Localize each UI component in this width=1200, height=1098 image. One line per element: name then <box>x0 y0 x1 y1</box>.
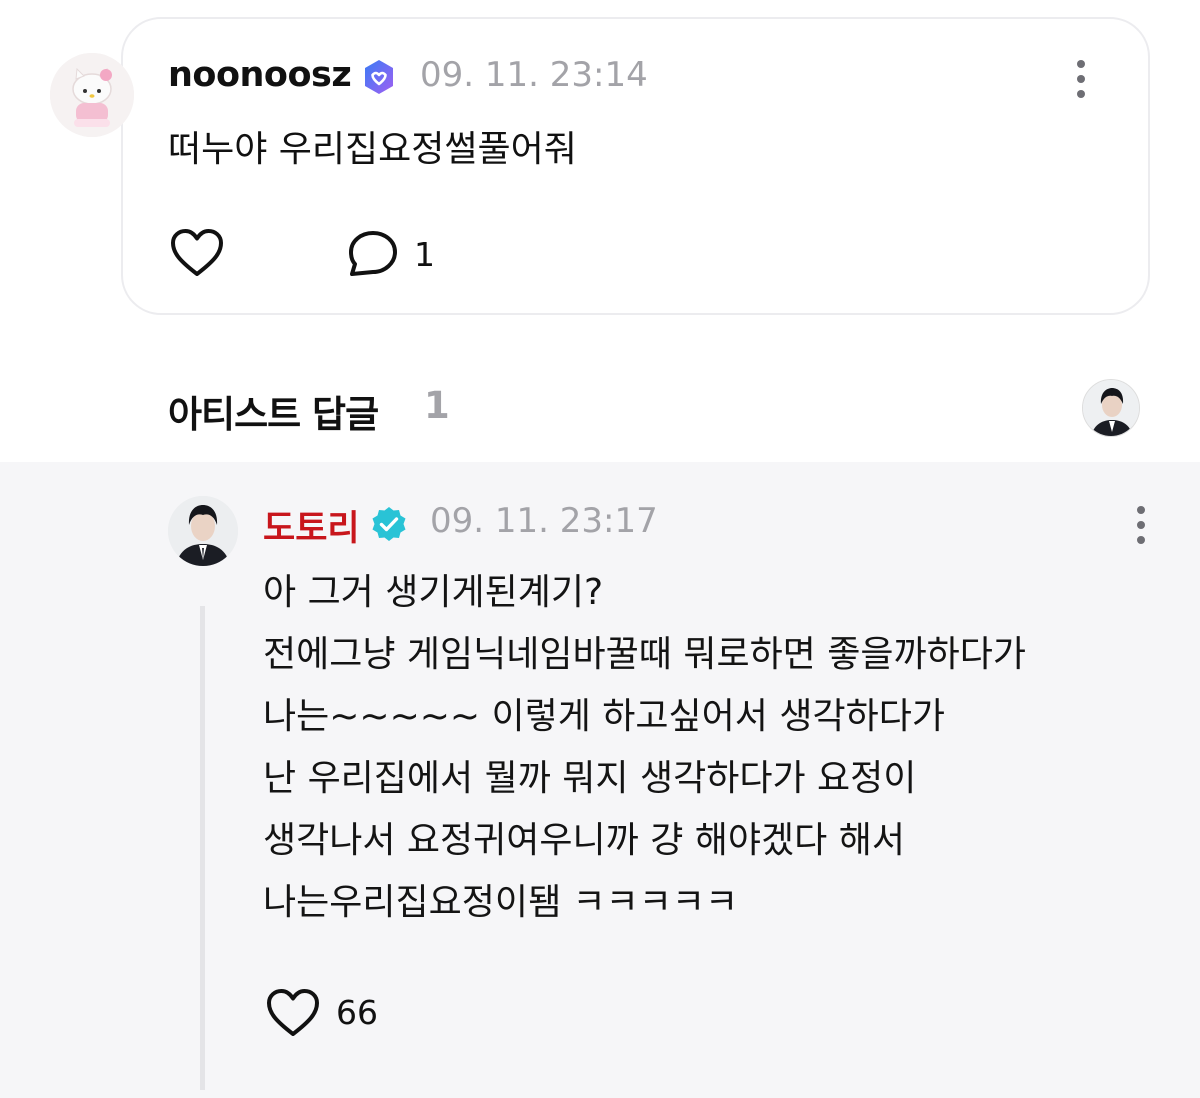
fan-comment-more-button[interactable] <box>1077 60 1085 105</box>
more-dot-icon <box>1077 60 1085 68</box>
artist-reply-section-title: 아티스트 답글 <box>168 393 379 436</box>
reply-text-line: 나는우리집요정이됌 ㅋㅋㅋㅋㅋ <box>263 882 739 923</box>
artist-portrait-icon <box>1083 380 1139 436</box>
reply-text-line: 나는~~~~~ 이렇게 하고싶어서 생각하다가 <box>263 696 945 737</box>
fan-timestamp: 09. 11. 23:14 <box>420 55 648 95</box>
reply-text-line: 전에그냥 게임닉네임바꿀때 뭐로하면 좋을까하다가 <box>263 634 1026 675</box>
thread-line <box>200 606 205 1090</box>
more-dot-icon <box>1137 521 1145 529</box>
artist-verified-badge-icon <box>372 507 406 541</box>
fan-comment-text: 떠누야 우리집요정썰풀어줘 <box>168 129 577 170</box>
artist-portrait-icon <box>168 496 238 566</box>
artist-like-heart-icon[interactable] <box>265 988 321 1038</box>
artist-avatar[interactable] <box>168 496 238 566</box>
artist-reply-more-button[interactable] <box>1137 506 1145 551</box>
artist-like-count: 66 <box>336 993 378 1032</box>
artist-username[interactable]: 도토리 <box>263 500 360 551</box>
artist-reply-section-count: 1 <box>424 384 450 427</box>
reply-text-line: 난 우리집에서 뭘까 뭐지 생각하다가 요정이 <box>263 758 917 799</box>
hello-kitty-avatar-icon <box>50 53 134 137</box>
artist-mini-avatar[interactable] <box>1082 379 1140 437</box>
more-dot-icon <box>1077 75 1085 83</box>
fan-avatar[interactable] <box>50 53 134 137</box>
reply-text-line: 아 그거 생기게된계기? <box>263 572 604 613</box>
artist-reply-text: 아 그거 생기게된계기? 전에그냥 게임닉네임바꿀때 뭐로하면 좋을까하다가 나… <box>263 562 1026 934</box>
fan-reply-count: 1 <box>414 235 435 274</box>
more-dot-icon <box>1137 536 1145 544</box>
artist-timestamp: 09. 11. 23:17 <box>430 501 658 541</box>
reply-bubble-icon[interactable] <box>347 230 399 278</box>
more-dot-icon <box>1137 506 1145 514</box>
fan-username[interactable]: noonoosz <box>168 55 352 95</box>
reply-text-line: 생각나서 요정귀여우니까 걍 해야겠다 해서 <box>263 820 905 861</box>
more-dot-icon <box>1077 90 1085 98</box>
fan-like-heart-icon[interactable] <box>170 228 224 278</box>
fan-verified-badge-icon <box>365 60 393 94</box>
